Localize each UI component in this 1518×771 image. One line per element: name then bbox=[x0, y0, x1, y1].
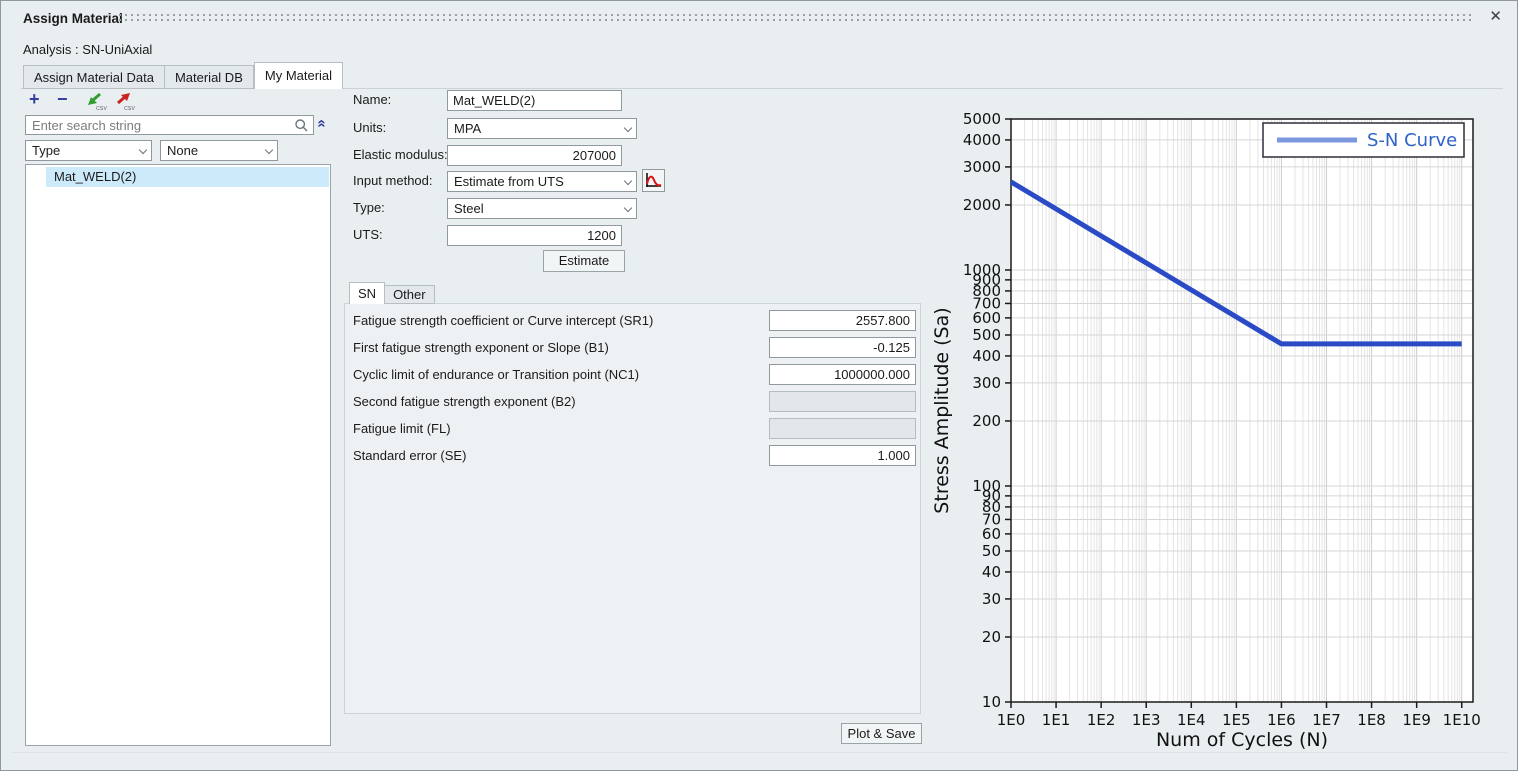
svg-text:1E5: 1E5 bbox=[1222, 711, 1251, 729]
svg-text:S-N Curve: S-N Curve bbox=[1367, 130, 1457, 151]
svg-text:Num of Cycles (N): Num of Cycles (N) bbox=[1156, 729, 1328, 751]
filter-value-dropdown[interactable]: None bbox=[160, 140, 278, 161]
svg-text:1E10: 1E10 bbox=[1443, 711, 1481, 729]
sn-tabs: SN Other bbox=[349, 282, 435, 304]
b2-field bbox=[769, 391, 916, 412]
svg-text:50: 50 bbox=[982, 542, 1001, 560]
sn-curve-chart: 10 20 30 40 50 60 70 80 90 100 200 300 400 500 600 700 8… bbox=[930, 96, 1511, 759]
input-method-dropdown[interactable]: Estimate from UTS bbox=[447, 171, 637, 192]
import-csv-label: CSV bbox=[96, 106, 107, 112]
add-material-button[interactable]: + bbox=[29, 90, 40, 108]
distribution-curve-icon bbox=[646, 173, 662, 187]
plot-save-button[interactable]: Plot & Save bbox=[841, 723, 922, 744]
show-curve-button[interactable] bbox=[642, 169, 665, 192]
fl-field bbox=[769, 418, 916, 439]
nc1-label: Cyclic limit of endurance or Transition … bbox=[353, 367, 640, 382]
material-type-value: Steel bbox=[454, 201, 484, 216]
svg-text:1E6: 1E6 bbox=[1267, 711, 1296, 729]
close-icon[interactable]: ✕ bbox=[1489, 9, 1502, 24]
tab-other[interactable]: Other bbox=[385, 285, 435, 304]
search-placeholder: Enter search string bbox=[32, 118, 142, 133]
svg-text:Stress Amplitude (Sa): Stress Amplitude (Sa) bbox=[931, 307, 953, 513]
chevron-down-icon bbox=[623, 176, 633, 186]
svg-text:200: 200 bbox=[972, 412, 1001, 430]
chevron-down-icon bbox=[138, 145, 148, 155]
svg-text:20: 20 bbox=[982, 628, 1001, 646]
name-field[interactable]: Mat_WELD(2) bbox=[447, 90, 622, 111]
chevron-down-icon bbox=[264, 145, 274, 155]
tab-sn[interactable]: SN bbox=[349, 282, 386, 304]
svg-text:500: 500 bbox=[972, 326, 1001, 344]
svg-text:1E2: 1E2 bbox=[1087, 711, 1116, 729]
main-tabs: Assign Material Data Material DB My Mate… bbox=[23, 62, 344, 89]
fl-label: Fatigue limit (FL) bbox=[353, 421, 451, 436]
assign-material-dialog: Assign Material ✕ Analysis : SN-UniAxial… bbox=[0, 0, 1518, 771]
search-icon[interactable] bbox=[294, 118, 309, 136]
tab-material-db[interactable]: Material DB bbox=[164, 65, 254, 89]
import-csv-icon[interactable]: CSV bbox=[85, 92, 107, 112]
filter-type-dropdown[interactable]: Type bbox=[25, 140, 152, 161]
svg-text:1E0: 1E0 bbox=[997, 711, 1026, 729]
chevron-down-icon bbox=[623, 203, 633, 213]
units-label: Units: bbox=[353, 120, 387, 135]
svg-text:1E1: 1E1 bbox=[1042, 711, 1071, 729]
input-method-value: Estimate from UTS bbox=[454, 174, 564, 189]
elastic-modulus-label: Elastic modulus: bbox=[353, 147, 448, 162]
svg-text:100: 100 bbox=[972, 477, 1001, 495]
svg-text:1000: 1000 bbox=[963, 261, 1001, 279]
svg-text:300: 300 bbox=[972, 374, 1001, 392]
list-item-mat-weld[interactable]: Mat_WELD(2) bbox=[46, 167, 329, 187]
material-type-dropdown[interactable]: Steel bbox=[447, 198, 637, 219]
sr1-label: Fatigue strength coefficient or Curve in… bbox=[353, 313, 654, 328]
export-csv-icon[interactable]: CSV bbox=[113, 92, 135, 112]
filter-type-value: Type bbox=[32, 143, 61, 158]
collapse-chevrons-icon[interactable]: « bbox=[314, 119, 331, 127]
svg-text:10: 10 bbox=[982, 693, 1001, 711]
b1-label: First fatigue strength exponent or Slope… bbox=[353, 340, 609, 355]
export-csv-label: CSV bbox=[124, 106, 135, 112]
elastic-modulus-field[interactable]: 207000 bbox=[447, 145, 622, 166]
svg-text:30: 30 bbox=[982, 590, 1001, 608]
analysis-label: Analysis : SN-UniAxial bbox=[23, 42, 153, 57]
dialog-title: Assign Material bbox=[23, 11, 123, 26]
name-label: Name: bbox=[353, 92, 392, 107]
svg-text:3000: 3000 bbox=[963, 158, 1001, 176]
svg-text:1E9: 1E9 bbox=[1402, 711, 1431, 729]
se-field[interactable]: 1.000 bbox=[769, 445, 916, 466]
drag-handle-dots[interactable] bbox=[119, 14, 1473, 22]
remove-material-button[interactable]: − bbox=[57, 90, 68, 108]
material-list[interactable]: Mat_WELD(2) bbox=[25, 164, 331, 746]
svg-text:5000: 5000 bbox=[963, 110, 1001, 128]
b1-field[interactable]: -0.125 bbox=[769, 337, 916, 358]
filter-value-value: None bbox=[167, 143, 199, 158]
uts-field[interactable]: 1200 bbox=[447, 225, 622, 246]
svg-text:400: 400 bbox=[972, 347, 1001, 365]
uts-label: UTS: bbox=[353, 227, 383, 242]
svg-text:4000: 4000 bbox=[963, 131, 1001, 149]
units-dropdown[interactable]: MPA bbox=[447, 118, 637, 139]
se-label: Standard error (SE) bbox=[353, 448, 467, 463]
material-type-label: Type: bbox=[353, 200, 385, 215]
svg-text:1E4: 1E4 bbox=[1177, 711, 1206, 729]
tab-assign-material-data[interactable]: Assign Material Data bbox=[23, 65, 165, 89]
units-value: MPA bbox=[454, 121, 482, 136]
sn-curve-plot: 1020304050607080901002003004005006007008… bbox=[931, 110, 1481, 751]
chevron-down-icon bbox=[623, 123, 633, 133]
estimate-button[interactable]: Estimate bbox=[543, 250, 625, 272]
svg-text:40: 40 bbox=[982, 563, 1001, 581]
svg-text:2000: 2000 bbox=[963, 196, 1001, 214]
svg-text:1E8: 1E8 bbox=[1357, 711, 1386, 729]
svg-text:1E7: 1E7 bbox=[1312, 711, 1341, 729]
svg-text:1E3: 1E3 bbox=[1132, 711, 1161, 729]
sr1-field[interactable]: 2557.800 bbox=[769, 310, 916, 331]
tab-my-material[interactable]: My Material bbox=[253, 62, 344, 89]
input-method-label: Input method: bbox=[353, 173, 433, 188]
b2-label: Second fatigue strength exponent (B2) bbox=[353, 394, 576, 409]
title-bar: Assign Material ✕ bbox=[1, 1, 1517, 35]
search-input[interactable]: Enter search string bbox=[25, 115, 314, 135]
nc1-field[interactable]: 1000000.000 bbox=[769, 364, 916, 385]
